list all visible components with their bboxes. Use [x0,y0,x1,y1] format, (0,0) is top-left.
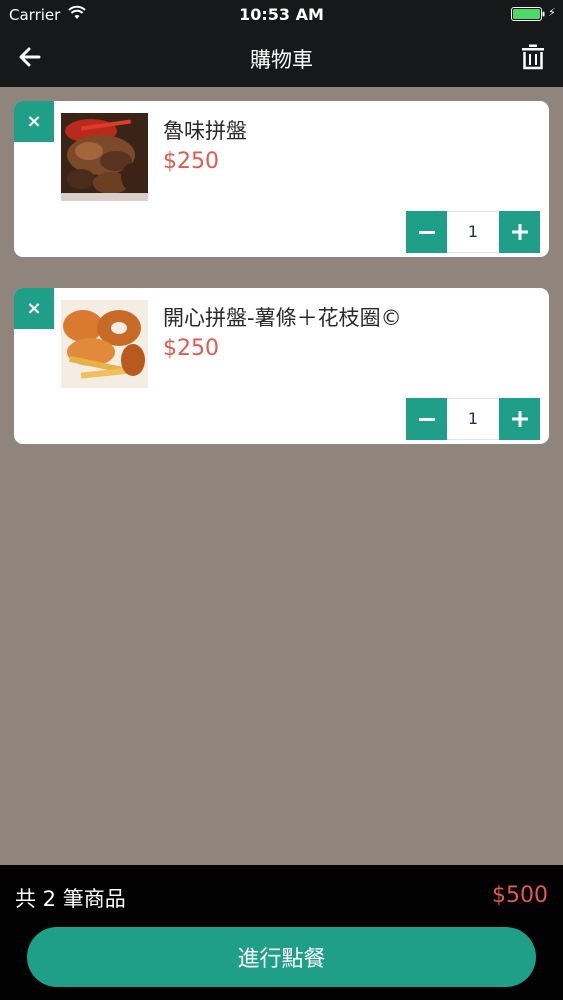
remove-item-button[interactable]: × [14,288,54,329]
checkout-button[interactable]: 進行點餐 [27,927,536,987]
increase-button[interactable] [499,211,540,253]
item-name: 開心拼盤-薯條＋花枝圈© [163,306,402,330]
remove-item-button[interactable]: × [14,101,54,142]
quantity-stepper: 1 [406,398,540,440]
quantity-stepper: 1 [406,211,540,253]
total-price: $500 [492,883,548,908]
page-title: 購物車 [250,48,313,72]
decrease-button[interactable] [406,398,447,440]
charging-icon: ⚡ [548,6,556,19]
quantity-value[interactable]: 1 [447,211,499,253]
cart-item: × 魯味拼盤 $250 1 [14,101,549,257]
item-price: $250 [163,336,219,361]
item-thumbnail [61,300,148,388]
plus-icon [511,411,528,427]
increase-button[interactable] [499,398,540,440]
item-name: 魯味拼盤 [163,119,247,143]
order-summary: 共 2 筆商品 $500 進行點餐 [0,865,563,1000]
nav-bar: 購物車 [0,30,563,87]
battery-icon [511,7,545,21]
trash-icon[interactable] [519,43,547,71]
minus-icon [418,231,435,234]
status-bar: Carrier 10:53 AM ⚡ [0,0,563,30]
item-thumbnail [61,113,148,201]
item-count: 共 2 筆商品 [15,887,126,911]
plus-icon [511,224,528,240]
cart-item: × 開心拼盤-薯條＋花枝圈© $250 1 [14,288,549,444]
decrease-button[interactable] [406,211,447,253]
clock: 10:53 AM [239,5,324,24]
quantity-value[interactable]: 1 [447,398,499,440]
item-price: $250 [163,149,219,174]
minus-icon [418,418,435,421]
